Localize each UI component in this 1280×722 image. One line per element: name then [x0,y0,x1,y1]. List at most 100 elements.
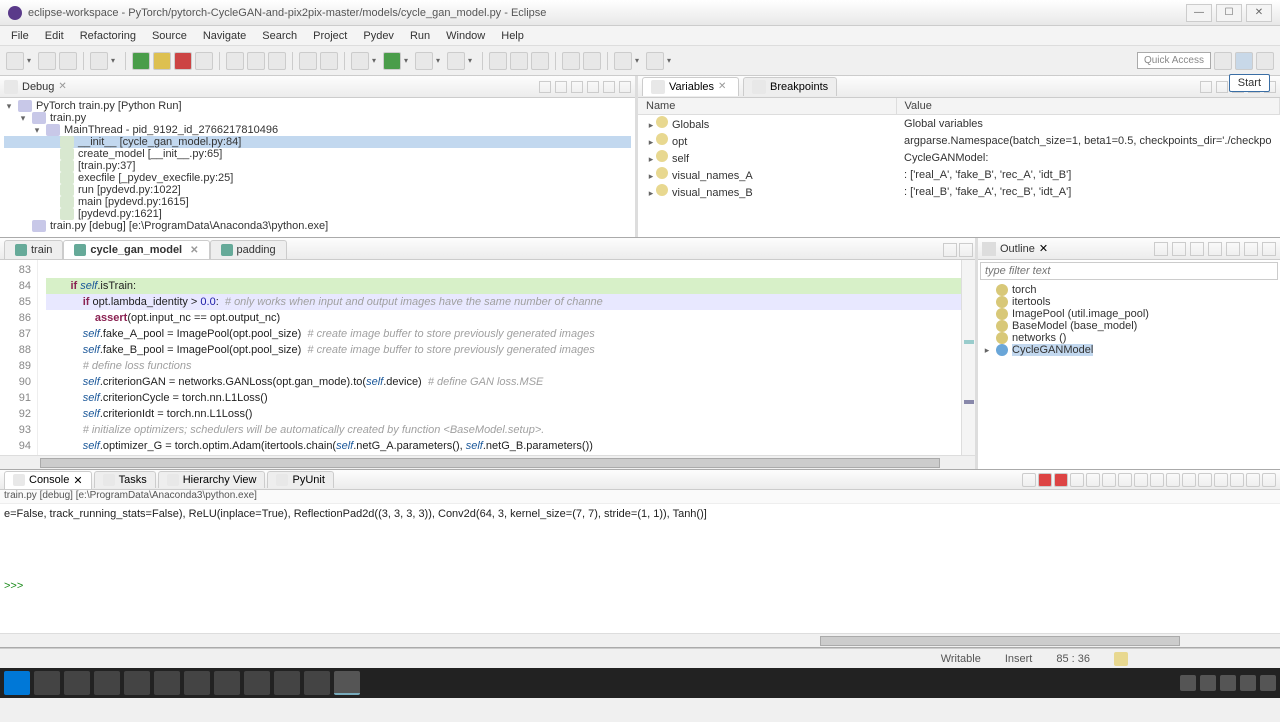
console-toolbar-button[interactable] [1070,473,1084,487]
console-output[interactable]: e=False, track_running_stats=False), ReL… [0,504,1280,633]
stack-frame[interactable]: __init__ [cycle_gan_model.py:84] [4,136,631,148]
editor-hscrollbar[interactable] [0,455,975,469]
tray-icon[interactable] [1180,675,1196,691]
stack-frame[interactable]: run [pydevd.py:1022] [4,184,631,196]
console-tab-pyunit[interactable]: PyUnit [267,471,333,488]
task-app-3[interactable] [154,671,180,695]
debug-action-3[interactable] [571,81,583,93]
start-menu-button[interactable] [4,671,30,695]
outline-minimize-button[interactable] [1244,242,1258,256]
menu-edit[interactable]: Edit [38,28,71,44]
terminate-button[interactable] [174,52,192,70]
stack-frame[interactable]: main [pydevd.py:1615] [4,196,631,208]
variable-row[interactable]: ▸visual_names_B: ['real_B', 'fake_A', 'r… [638,183,1280,200]
tray-notification-icon[interactable] [1260,675,1276,691]
debug-action-1[interactable] [539,81,551,93]
task-app-4[interactable] [184,671,210,695]
save-button[interactable] [38,52,56,70]
variables-tab[interactable]: Variables ✕ [642,77,739,96]
variables-close-icon[interactable]: ✕ [718,81,730,93]
resume-button[interactable] [132,52,150,70]
console-prompt[interactable]: >>> [4,580,1276,592]
task-app-7[interactable] [274,671,300,695]
console-toolbar-button[interactable] [1022,473,1036,487]
console-toolbar-button[interactable] [1214,473,1228,487]
step-into-button[interactable] [226,52,244,70]
debug-minimize-button[interactable] [603,81,615,93]
editor-tab-padding[interactable]: padding [210,240,287,259]
task-view-button[interactable] [64,671,90,695]
console-toolbar-button[interactable] [1150,473,1164,487]
stack-frame[interactable]: ▾train.py [4,112,631,124]
new-button[interactable] [6,52,24,70]
outline-menu-button[interactable] [1226,242,1240,256]
use-step-filter-button[interactable] [320,52,338,70]
variable-row[interactable]: ▸GlobalsGlobal variables [638,115,1280,133]
variable-row[interactable]: ▸visual_names_A: ['real_A', 'fake_B', 'r… [638,166,1280,183]
menu-project[interactable]: Project [306,28,354,44]
last-edit-button[interactable] [531,52,549,70]
menu-source[interactable]: Source [145,28,194,44]
variable-row[interactable]: ▸selfCycleGANModel: [638,149,1280,166]
console-hscrollbar[interactable] [0,633,1280,647]
stack-frame[interactable]: ▾PyTorch train.py [Python Run] [4,100,631,112]
debug-menu-button[interactable] [587,81,599,93]
console-toolbar-button[interactable] [1166,473,1180,487]
start-overlay-button[interactable]: Start [1229,74,1270,92]
outline-sort-button[interactable] [1154,242,1168,256]
task-search-button[interactable] [34,671,60,695]
menu-window[interactable]: Window [439,28,492,44]
overview-ruler[interactable] [961,260,975,455]
step-over-button[interactable] [247,52,265,70]
task-app-1[interactable] [94,671,120,695]
outline-item[interactable]: networks () [982,332,1276,344]
menu-help[interactable]: Help [494,28,531,44]
outline-hide-button[interactable] [1172,242,1186,256]
variables-table[interactable]: Name Value ▸GlobalsGlobal variables▸opta… [638,98,1280,237]
stack-frame[interactable]: [train.py:37] [4,160,631,172]
console-toolbar-button[interactable] [1246,473,1260,487]
variable-row[interactable]: ▸optargparse.Namespace(batch_size=1, bet… [638,132,1280,149]
task-app-8[interactable] [304,671,330,695]
outline-collapse-button[interactable] [1190,242,1204,256]
maximize-button[interactable]: ☐ [1216,4,1242,22]
console-toolbar-button[interactable] [1134,473,1148,487]
editor-tab-train[interactable]: train [4,240,63,259]
open-perspective-button[interactable] [1214,52,1232,70]
vars-action-2[interactable] [1216,81,1228,93]
console-tab-console[interactable]: Console✕ [4,471,92,489]
mgr-button[interactable] [562,52,580,70]
vars-action-1[interactable] [1200,81,1212,93]
ext-tools-button[interactable] [447,52,465,70]
skip-breakpoints-button[interactable] [90,52,108,70]
console-toolbar-button[interactable] [1262,473,1276,487]
console-tab-tasks[interactable]: Tasks [94,471,156,488]
outline-item[interactable]: BaseModel (base_model) [982,320,1276,332]
console-toolbar-button[interactable] [1038,473,1052,487]
var-name-header[interactable]: Name [638,98,896,115]
stack-frame[interactable]: ▾MainThread - pid_9192_id_2766217810496 [4,124,631,136]
task-app-6[interactable] [244,671,270,695]
forward-button[interactable] [646,52,664,70]
suspend-button[interactable] [153,52,171,70]
nav-fwd-button[interactable] [510,52,528,70]
coverage-button[interactable] [415,52,433,70]
save-all-button[interactable] [59,52,77,70]
outline-filter-input[interactable] [980,262,1278,280]
outline-item[interactable]: ▸CycleGANModel [982,344,1276,356]
debug-close-icon[interactable]: ✕ [58,81,70,93]
close-button[interactable]: ✕ [1246,4,1272,22]
console-toolbar-button[interactable] [1118,473,1132,487]
menu-run[interactable]: Run [403,28,437,44]
debug-button[interactable] [351,52,369,70]
run-button[interactable] [383,52,401,70]
editor-tab-cycle_gan_model[interactable]: cycle_gan_model✕ [63,240,209,259]
task-eclipse[interactable] [334,671,360,695]
tray-icon[interactable] [1240,675,1256,691]
console-toolbar-button[interactable] [1102,473,1116,487]
outline-tree[interactable]: torchitertoolsImagePool (util.image_pool… [978,282,1280,469]
nav-back-button[interactable] [489,52,507,70]
var-value-header[interactable]: Value [896,98,1279,115]
console-toolbar-button[interactable] [1086,473,1100,487]
drop-to-frame-button[interactable] [299,52,317,70]
